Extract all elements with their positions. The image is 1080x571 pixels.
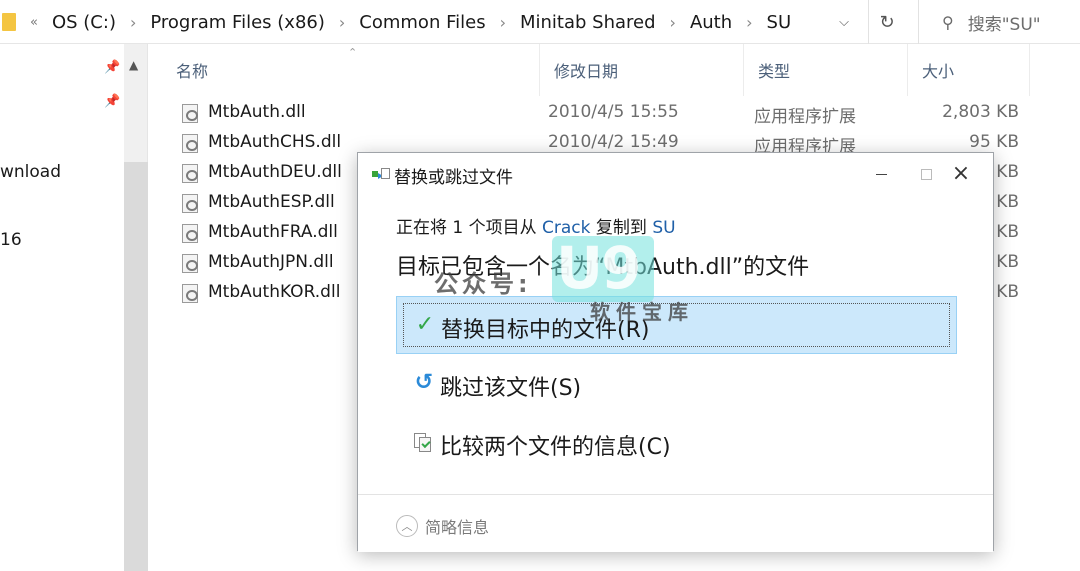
dll-file-icon — [182, 284, 198, 303]
replace-skip-dialog: 替换或跳过文件 × 正在将 1 个项目从 Crack 复制到 SU 目标已包含一… — [357, 152, 994, 552]
destination-folder-link[interactable]: SU — [652, 218, 675, 238]
column-type[interactable]: 类型 — [744, 44, 908, 96]
breadcrumb-os-c[interactable]: OS (C:) — [50, 12, 118, 33]
address-bar: « OS (C:) › Program Files (x86) › Common… — [0, 0, 1080, 44]
refresh-button[interactable]: ↻ — [870, 8, 904, 36]
replace-option-label: 替换目标中的文件(R) — [441, 318, 650, 343]
file-name: MtbAuthESP.dll — [208, 192, 335, 212]
chevron-down-icon: ⌵ — [839, 14, 849, 30]
minimize-button[interactable] — [858, 153, 904, 195]
chevron-right-icon[interactable]: › — [130, 13, 136, 32]
dll-file-icon — [182, 224, 198, 243]
close-button[interactable]: × — [938, 153, 984, 195]
sort-up-icon: ⌃ — [348, 46, 358, 59]
dialog-titlebar[interactable]: 替换或跳过文件 × — [358, 153, 993, 195]
explorer-screen: « OS (C:) › Program Files (x86) › Common… — [0, 0, 1080, 571]
chevron-right-icon[interactable]: › — [670, 13, 676, 32]
history-dropdown-button[interactable]: ⌵ — [832, 10, 856, 34]
file-modified: 2010/4/2 15:49 — [548, 132, 679, 152]
file-size: 95 KB — [969, 132, 1019, 152]
file-modified: 2010/4/5 15:55 — [548, 102, 679, 122]
replace-option[interactable]: ✓ 替换目标中的文件(R) — [396, 296, 957, 354]
scroll-thumb[interactable] — [124, 162, 148, 571]
dll-file-icon — [182, 134, 198, 153]
source-folder-link[interactable]: Crack — [542, 218, 590, 238]
close-icon: × — [951, 161, 971, 186]
file-name: MtbAuthCHS.dll — [208, 132, 342, 152]
chevron-right-icon[interactable]: › — [746, 13, 752, 32]
dll-file-icon — [182, 104, 198, 123]
column-header: 名称 修改日期 类型 大小 — [148, 44, 1080, 96]
dll-file-icon — [182, 164, 198, 183]
nav-scrollbar[interactable]: ▲ — [124, 44, 148, 571]
compare-option-label: 比较两个文件的信息(C) — [440, 435, 671, 460]
info-middle: 复制到 — [590, 218, 653, 238]
navigation-pane: 📌 📌 wnload 16 — [0, 44, 124, 571]
file-type: 应用程序扩展 — [754, 107, 856, 127]
chevron-right-icon[interactable]: › — [339, 13, 345, 32]
divider — [868, 0, 869, 44]
breadcrumb[interactable]: « OS (C:) › Program Files (x86) › Common… — [0, 0, 868, 44]
conflict-heading: 目标已包含一个名为“MtbAuth.dll”的文件 — [396, 255, 810, 280]
fewer-details-button[interactable]: ︿ 简略信息 — [396, 514, 489, 538]
fewer-details-label: 简略信息 — [425, 518, 490, 537]
chevron-right-icon[interactable]: › — [500, 13, 506, 32]
breadcrumb-common-files[interactable]: Common Files — [357, 12, 487, 33]
breadcrumb-auth[interactable]: Auth — [688, 12, 734, 33]
nav-item-16[interactable]: 16 — [0, 230, 22, 250]
checkmark-icon: ✓ — [415, 312, 435, 337]
dll-file-icon — [182, 194, 198, 213]
nav-item-download[interactable]: wnload — [0, 162, 61, 182]
column-size[interactable]: 大小 — [908, 44, 1030, 96]
breadcrumb-program-files[interactable]: Program Files (x86) — [148, 12, 327, 33]
breadcrumb-minitab-shared[interactable]: Minitab Shared — [518, 12, 658, 33]
search-icon: ⚲ — [942, 12, 954, 32]
scroll-up-icon[interactable]: ▲ — [129, 58, 138, 72]
pin-icon[interactable]: 📌 — [104, 94, 120, 109]
skip-option[interactable]: ↺ 跳过该文件(S) — [396, 355, 957, 413]
dialog-title: 替换或跳过文件 — [394, 168, 513, 188]
folder-icon — [2, 13, 16, 31]
search-placeholder[interactable]: 搜索"SU" — [968, 10, 1041, 35]
dialog-footer: ︿ 简略信息 — [358, 494, 993, 552]
chevron-up-icon: ︿ — [396, 515, 418, 537]
compare-files-icon — [414, 433, 438, 453]
search-box[interactable]: ⚲ 搜索"SU" — [920, 0, 1080, 44]
info-prefix: 正在将 1 个项目从 — [396, 218, 543, 238]
breadcrumb-su[interactable]: SU — [765, 12, 794, 33]
refresh-icon: ↻ — [879, 11, 895, 33]
divider — [918, 0, 919, 44]
pin-icon[interactable]: 📌 — [104, 60, 120, 75]
minimize-icon — [875, 173, 887, 175]
file-name: MtbAuthFRA.dll — [208, 222, 338, 242]
breadcrumb-overflow[interactable]: « — [30, 15, 38, 30]
file-transfer-icon — [372, 168, 390, 181]
file-size: 2,803 KB — [942, 102, 1019, 122]
skip-option-label: 跳过该文件(S) — [440, 376, 582, 401]
dll-file-icon — [182, 254, 198, 273]
compare-option[interactable]: 比较两个文件的信息(C) — [396, 414, 957, 472]
file-name: MtbAuthKOR.dll — [208, 282, 341, 302]
column-modified[interactable]: 修改日期 — [540, 44, 744, 96]
skip-arrow-icon: ↺ — [414, 370, 434, 395]
file-name: MtbAuth.dll — [208, 102, 306, 122]
copy-progress-info: 正在将 1 个项目从 Crack 复制到 SU — [396, 213, 676, 238]
file-row[interactable]: MtbAuth.dll 2010/4/5 15:55 应用程序扩展 2,803 … — [176, 98, 1036, 128]
file-name: MtbAuthDEU.dll — [208, 162, 342, 182]
maximize-icon — [920, 168, 932, 180]
file-name: MtbAuthJPN.dll — [208, 252, 334, 272]
